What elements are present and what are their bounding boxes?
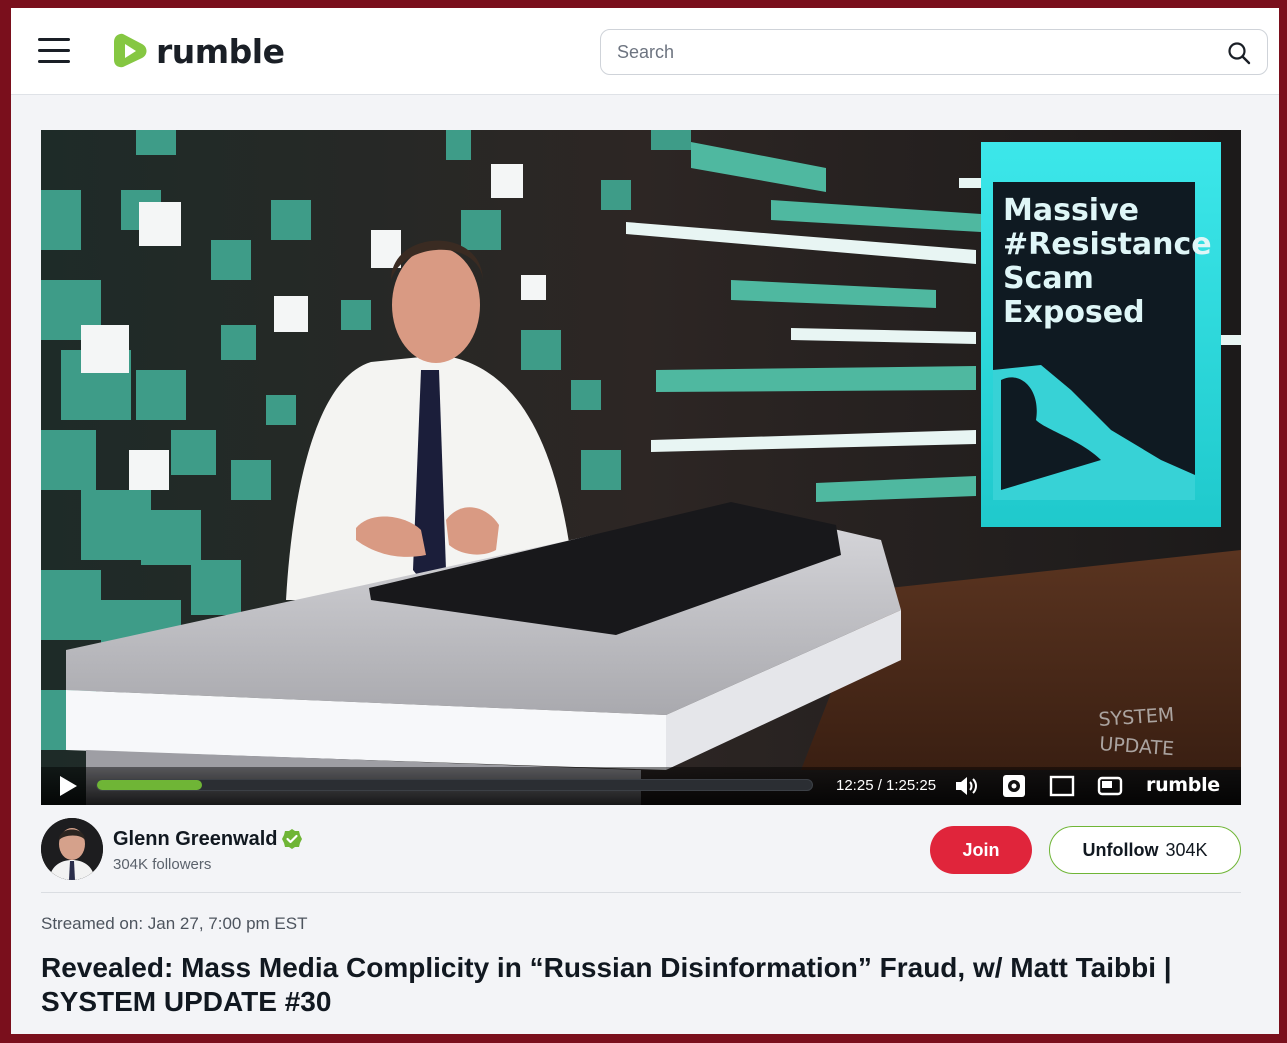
screen-line-2: #Resistance — [1003, 227, 1212, 262]
screen-line-3: Scam — [1003, 261, 1094, 296]
theater-mode-icon[interactable] — [1049, 774, 1075, 798]
verified-badge-icon — [282, 829, 302, 849]
rumble-logo[interactable]: rumble — [112, 28, 285, 74]
unfollow-label: Unfollow — [1082, 839, 1159, 860]
video-title: Revealed: Mass Media Complicity in “Russ… — [41, 952, 1172, 1017]
time-display: 12:25 / 1:25:25 — [836, 777, 937, 794]
stream-date: Streamed on: Jan 27, 7:00 pm EST — [41, 914, 308, 933]
screen-line-4: Exposed — [1003, 295, 1145, 330]
settings-icon[interactable] — [1001, 774, 1027, 798]
player-logo[interactable]: rumble — [1146, 774, 1220, 796]
avatar[interactable] — [41, 818, 103, 880]
rumble-play-logo-icon — [114, 33, 147, 68]
progress-bar[interactable] — [96, 779, 813, 791]
channel-name[interactable]: Glenn Greenwald — [113, 828, 277, 851]
logo-text: rumble — [156, 31, 285, 71]
play-icon[interactable] — [57, 775, 79, 797]
follower-count: 304K followers — [113, 856, 212, 873]
video-player[interactable]: Massive #Resistance Scam Exposed SYSTEM … — [41, 130, 1241, 805]
search-box — [600, 29, 1268, 75]
screen-line-1: Massive — [1003, 193, 1139, 228]
channel-row: Glenn Greenwald 304K followers Join Unfo… — [41, 818, 1241, 893]
unfollow-count: 304K — [1165, 839, 1208, 860]
player-controls: 12:25 / 1:25:25 rumble — [41, 767, 1241, 805]
progress-fill — [97, 780, 202, 790]
search-input[interactable] — [617, 38, 1197, 66]
fullscreen-icon[interactable] — [1097, 774, 1123, 798]
video-frame: Massive #Resistance Scam Exposed SYSTEM … — [41, 130, 1241, 805]
site-header: rumble — [11, 8, 1279, 95]
volume-icon[interactable] — [954, 774, 980, 798]
unfollow-button[interactable]: Unfollow 304K — [1049, 826, 1241, 874]
join-button[interactable]: Join — [930, 826, 1032, 874]
page-frame: rumble Search Massive #Resistance Scam E… — [11, 8, 1279, 1034]
menu-icon[interactable] — [38, 38, 72, 64]
search-icon[interactable] — [1227, 41, 1251, 65]
